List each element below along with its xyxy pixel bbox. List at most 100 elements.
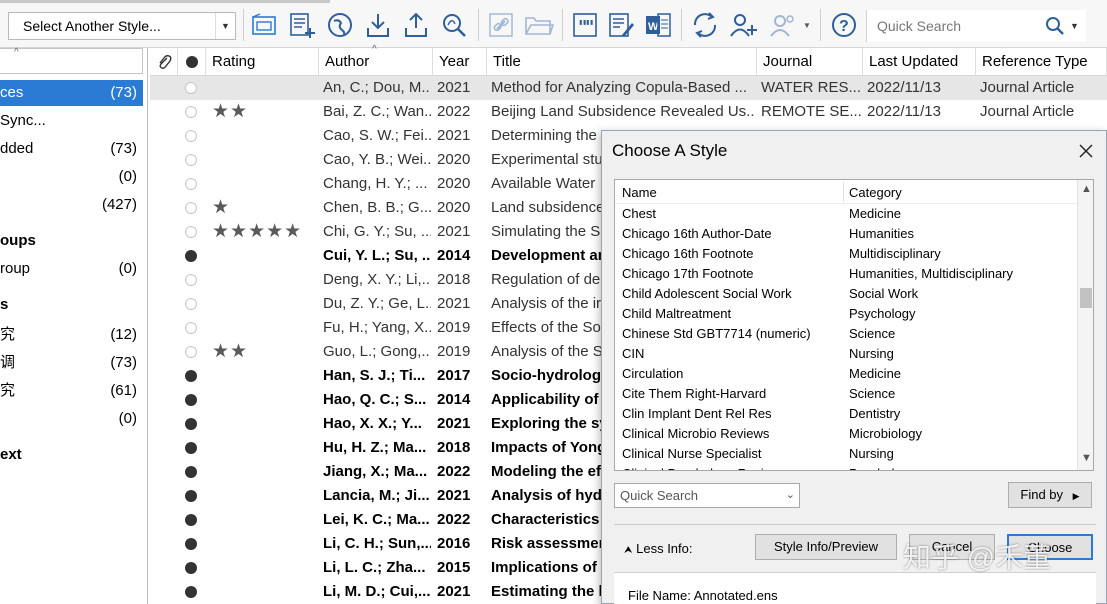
style-list-item[interactable]: Clin Implant Dent Rel Res Dentistry bbox=[615, 404, 1077, 424]
journal-column-header[interactable]: Journal bbox=[757, 48, 863, 76]
unread-dot-icon[interactable] bbox=[185, 394, 197, 406]
table-row[interactable]: ★★ Bai, Z. C.; Wan... 2022 Beijing Land Sub… bbox=[150, 100, 1107, 124]
cell-author: Li, C. H.; Sun,... bbox=[323, 535, 431, 552]
less-info-toggle[interactable]: ⮝ Less Info: bbox=[624, 541, 693, 556]
unread-dot-icon[interactable] bbox=[185, 538, 197, 550]
groups-panel-header[interactable]: ^ bbox=[0, 47, 143, 74]
style-info-preview-button[interactable]: Style Info/Preview bbox=[755, 534, 897, 560]
year-column-header[interactable]: Year bbox=[433, 48, 487, 76]
read-dot-icon[interactable] bbox=[185, 82, 197, 94]
unread-dot-icon[interactable] bbox=[185, 442, 197, 454]
style-list-item[interactable]: Clinical Microbio Reviews Microbiology bbox=[615, 424, 1077, 444]
style-list-scrollbar[interactable]: ▲ ▼ bbox=[1077, 180, 1093, 470]
share-user-icon[interactable] bbox=[728, 10, 758, 40]
read-dot-icon[interactable] bbox=[185, 274, 197, 286]
chevron-down-icon[interactable]: ▼ bbox=[800, 10, 814, 40]
chevron-down-icon[interactable]: ⌄ bbox=[786, 484, 795, 507]
style-list-item[interactable]: CIN Nursing bbox=[615, 344, 1077, 364]
attachment-column-header[interactable] bbox=[150, 48, 178, 76]
link-icon[interactable] bbox=[486, 10, 516, 40]
group-item-unfiled[interactable]: (0) bbox=[0, 164, 143, 190]
scroll-down-icon[interactable]: ▼ bbox=[1081, 452, 1092, 464]
style-category-column-header[interactable]: Category bbox=[849, 185, 902, 200]
new-reference-icon[interactable] bbox=[287, 10, 317, 40]
style-list-item[interactable]: Chicago 16th Footnote Multidisciplinary bbox=[615, 244, 1077, 264]
unread-dot-icon[interactable] bbox=[185, 586, 197, 598]
unread-dot-icon[interactable] bbox=[185, 562, 197, 574]
close-icon[interactable] bbox=[1076, 141, 1096, 161]
search-icon[interactable] bbox=[1045, 15, 1065, 47]
format-bibliography-icon[interactable] bbox=[606, 10, 636, 40]
export-icon[interactable] bbox=[401, 10, 431, 40]
read-dot-icon[interactable] bbox=[185, 178, 197, 190]
read-status-column-header[interactable] bbox=[178, 48, 206, 76]
group-item-research-1[interactable]: 究 (12) bbox=[0, 322, 143, 348]
chevron-down-icon[interactable]: ▼ bbox=[215, 13, 235, 39]
sync-icon[interactable] bbox=[690, 10, 720, 40]
style-name-column-header[interactable]: Name bbox=[622, 185, 657, 200]
scroll-up-icon[interactable]: ▲ bbox=[1081, 183, 1092, 195]
style-select[interactable]: Select Another Style... ▼ bbox=[8, 12, 236, 40]
help-icon[interactable]: ? bbox=[829, 10, 859, 40]
style-quick-search-input[interactable]: Quick Search ⌄ bbox=[614, 483, 800, 508]
group-item-survey[interactable]: 调 (73) bbox=[0, 350, 143, 376]
group-item-empty[interactable]: (0) bbox=[0, 406, 143, 432]
style-list-item[interactable]: Child Maltreatment Psychology bbox=[615, 304, 1077, 324]
insert-citation-icon[interactable]: " " bbox=[570, 10, 600, 40]
read-dot-icon[interactable] bbox=[185, 322, 197, 334]
rating-stars[interactable]: ★★★★★ bbox=[212, 220, 302, 244]
word-icon[interactable]: W bbox=[643, 10, 673, 40]
unread-dot-icon[interactable] bbox=[185, 370, 197, 382]
chevron-up-icon[interactable]: ^ bbox=[14, 47, 19, 58]
read-dot-icon[interactable] bbox=[185, 106, 197, 118]
chevron-down-icon[interactable]: ▼ bbox=[1070, 10, 1079, 42]
rating-stars[interactable]: ★★ bbox=[212, 100, 248, 124]
read-dot-icon[interactable] bbox=[185, 130, 197, 142]
style-list-item[interactable]: Circulation Medicine bbox=[615, 364, 1077, 384]
open-folder-icon[interactable] bbox=[524, 10, 554, 40]
find-full-text-icon[interactable] bbox=[439, 10, 469, 40]
group-section-find-full-text[interactable]: ext bbox=[0, 442, 143, 468]
unread-dot-icon[interactable] bbox=[185, 418, 197, 430]
import-icon[interactable] bbox=[363, 10, 393, 40]
read-dot-icon[interactable] bbox=[185, 346, 197, 358]
reference-type-column-header[interactable]: Reference Type bbox=[976, 48, 1107, 76]
group-item-all-references[interactable]: ces (73) bbox=[0, 80, 143, 106]
style-list-item[interactable]: Chicago 16th Author-Date Humanities bbox=[615, 224, 1077, 244]
read-dot-icon[interactable] bbox=[185, 298, 197, 310]
rating-stars[interactable]: ★ bbox=[212, 196, 230, 220]
unread-dot-icon[interactable] bbox=[185, 250, 197, 262]
table-row[interactable]: An, C.; Dou, M... 2021 Method for Analyzin… bbox=[150, 76, 1107, 100]
shared-users-icon[interactable] bbox=[768, 10, 798, 40]
group-section-groups[interactable]: s bbox=[0, 292, 143, 318]
group-item-trash[interactable]: (427) bbox=[0, 192, 143, 218]
find-by-button[interactable]: Find by ▶ bbox=[1008, 482, 1092, 508]
style-list-item[interactable]: Clinical Nurse Specialist Nursing bbox=[615, 444, 1077, 464]
unread-dot-icon[interactable] bbox=[185, 466, 197, 478]
style-list-item[interactable]: Cite Them Right-Harvard Science bbox=[615, 384, 1077, 404]
cell-year: 2022 bbox=[437, 511, 471, 528]
group-section-my-groups[interactable]: oups bbox=[0, 228, 143, 254]
style-list-item[interactable]: Chest Medicine bbox=[615, 204, 1077, 224]
read-dot-icon[interactable] bbox=[185, 154, 197, 166]
style-list-item[interactable]: Chicago 17th Footnote Humanities, Multidi… bbox=[615, 264, 1077, 284]
group-item-sync[interactable]: Sync... bbox=[0, 108, 143, 134]
group-item-recently-added[interactable]: dded (73) bbox=[0, 136, 143, 162]
last-updated-column-header[interactable]: Last Updated bbox=[863, 48, 976, 76]
title-column-header[interactable]: Title bbox=[487, 48, 757, 76]
style-list-item[interactable]: Clinical Psychology Review Psychology bbox=[615, 464, 1077, 470]
online-search-globe-icon[interactable] bbox=[325, 10, 355, 40]
unread-dot-icon[interactable] bbox=[185, 514, 197, 526]
read-dot-icon[interactable] bbox=[185, 202, 197, 214]
group-item-group[interactable]: roup (0) bbox=[0, 256, 143, 282]
read-dot-icon[interactable] bbox=[185, 226, 197, 238]
style-list-item[interactable]: Chinese Std GBT7714 (numeric) Science bbox=[615, 324, 1077, 344]
group-item-research-2[interactable]: 究 (61) bbox=[0, 378, 143, 404]
open-library-icon[interactable] bbox=[249, 10, 279, 40]
rating-stars[interactable]: ★★ bbox=[212, 340, 248, 364]
style-list-item[interactable]: Child Adolescent Social Work Social Work bbox=[615, 284, 1077, 304]
unread-dot-icon[interactable] bbox=[185, 490, 197, 502]
quick-search-input[interactable]: Quick Search ▼ bbox=[866, 10, 1086, 42]
rating-column-header[interactable]: Rating bbox=[206, 48, 319, 76]
scrollbar-thumb[interactable] bbox=[1080, 288, 1092, 308]
